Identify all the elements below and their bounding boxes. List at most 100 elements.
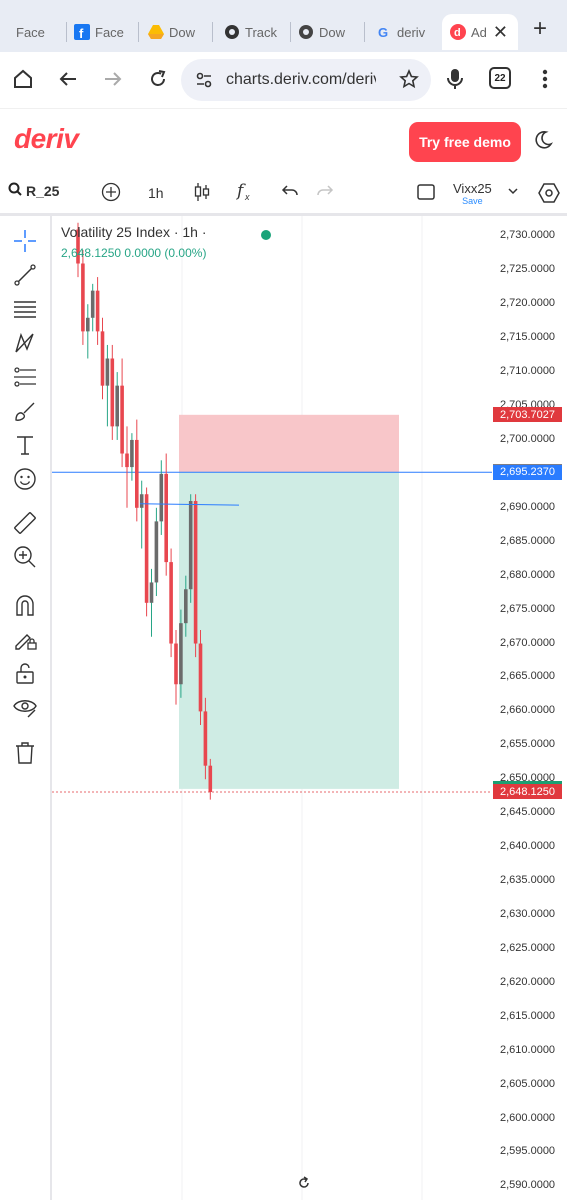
tab-separator [138, 22, 139, 42]
candle-body [144, 494, 149, 603]
chart-canvas[interactable] [52, 216, 567, 1200]
chart-quote: 2,648.1250 0.0000 (0.00%) [61, 246, 207, 260]
y-axis-label: 2,610.0000 [500, 1043, 556, 1056]
ruler-icon[interactable] [12, 510, 38, 536]
template-save-link[interactable]: Save [453, 196, 492, 206]
url-text: charts.deriv.com/deriv [226, 71, 376, 88]
candle-body [139, 494, 144, 508]
deriv-logo[interactable]: deriv [14, 123, 79, 155]
y-axis-label: 2,700.0000 [500, 432, 556, 445]
y-axis-label: 2,635.0000 [500, 874, 556, 887]
market-open-indicator [261, 230, 271, 240]
tab-separator [364, 22, 365, 42]
fibonacci-icon[interactable] [12, 364, 38, 390]
browser-tab[interactable]: Track [224, 14, 280, 50]
browser-tab[interactable]: f Face [74, 14, 130, 50]
price-chart[interactable]: Volatility 25 Index · 1h · 2,648.1250 0.… [52, 216, 567, 1200]
tab-label: Dow [319, 24, 346, 40]
tab-label: Ad [471, 24, 487, 40]
chart-template-selector[interactable]: Vixx25 Save [453, 181, 492, 206]
visibility-eye-icon[interactable] [12, 694, 38, 720]
interval-selector[interactable]: 1h [148, 185, 164, 201]
brush-icon[interactable] [12, 398, 38, 424]
tab-label: Face [95, 24, 124, 40]
reload-icon[interactable] [143, 64, 173, 94]
new-tab-icon[interactable]: + [533, 15, 547, 43]
y-axis-label: 2,665.0000 [500, 670, 556, 683]
tab-separator [66, 22, 67, 42]
trendline-icon[interactable] [12, 262, 38, 288]
more-menu-icon[interactable] [530, 64, 560, 94]
home-icon[interactable] [8, 64, 38, 94]
try-free-demo-button[interactable]: Try free demo [409, 122, 521, 162]
compare-add-icon[interactable] [101, 182, 121, 202]
chevron-down-icon[interactable] [508, 188, 518, 195]
candle-body [188, 501, 193, 590]
crosshair-icon[interactable] [12, 228, 38, 254]
y-axis-label: 2,715.0000 [500, 331, 556, 344]
trash-icon[interactable] [12, 740, 38, 766]
bookmark-star-icon[interactable] [399, 68, 419, 94]
emoji-icon[interactable] [12, 466, 38, 492]
y-axis-label: 2,730.0000 [500, 229, 556, 242]
chrome-icon [298, 24, 314, 40]
candle-body [159, 473, 164, 522]
candle-body [120, 385, 124, 454]
browser-tab-strip: Face f Face Dow Track Dow G deriv d Ad ✕… [0, 0, 567, 52]
deriv-icon: d [450, 24, 466, 40]
tab-separator [212, 22, 213, 42]
lock-drawing-icon[interactable] [12, 626, 38, 652]
google-icon: G [376, 24, 392, 40]
y-axis-label: 2,655.0000 [500, 738, 556, 751]
magnet-icon[interactable] [12, 592, 38, 618]
address-bar[interactable]: charts.deriv.com/deriv [181, 59, 431, 101]
y-axis-label: 2,595.0000 [500, 1145, 556, 1158]
y-axis-label: 2,645.0000 [500, 806, 556, 819]
microphone-icon[interactable] [440, 64, 470, 94]
candle-body [105, 358, 110, 386]
indicators-fx-icon[interactable]: fx [236, 181, 256, 203]
dark-mode-icon[interactable] [532, 129, 554, 156]
symbol-label: R_25 [26, 182, 60, 199]
candle-body [81, 263, 85, 332]
y-axis-label: 2,620.0000 [500, 975, 556, 988]
pattern-icon[interactable] [12, 330, 38, 356]
browser-tab[interactable]: Dow [298, 14, 354, 50]
zoom-in-icon[interactable] [12, 544, 38, 570]
chart-type-candles-icon[interactable] [193, 182, 211, 202]
candle-body [115, 385, 119, 427]
y-axis-label: 2,615.0000 [500, 1009, 556, 1022]
unlock-icon[interactable] [12, 660, 38, 686]
candle-body [179, 623, 183, 685]
browser-tab-active[interactable]: d Ad ✕ [442, 14, 518, 50]
horizontal-lines-icon[interactable] [12, 296, 38, 322]
text-tool-icon[interactable] [12, 432, 38, 458]
svg-text:G: G [378, 25, 388, 40]
layout-square-icon[interactable] [416, 182, 436, 202]
candle-body [154, 521, 159, 583]
candle-body [100, 331, 105, 386]
symbol-selector[interactable]: R_25 [8, 182, 59, 199]
browser-tab[interactable]: Dow [148, 14, 204, 50]
back-icon[interactable] [53, 64, 83, 94]
site-settings-icon[interactable] [195, 71, 213, 94]
y-axis-label: 2,660.0000 [500, 704, 556, 717]
close-tab-icon[interactable]: ✕ [493, 22, 508, 43]
drawing-toolbar [0, 216, 52, 1200]
browser-tab[interactable]: Face [16, 14, 60, 50]
y-axis-label: 2,640.0000 [500, 840, 556, 853]
y-axis-label: 2,675.0000 [500, 602, 556, 615]
price-tag: 2,648.1250 [493, 784, 562, 800]
redo-icon[interactable] [316, 182, 334, 200]
tab-label: Face [16, 24, 45, 40]
browser-tab[interactable]: G deriv [376, 14, 432, 50]
candle-body [174, 643, 178, 685]
candle-body [198, 643, 203, 712]
y-axis-label: 2,710.0000 [500, 365, 556, 378]
template-name: Vixx25 [453, 181, 492, 196]
forward-icon[interactable] [98, 64, 128, 94]
undo-icon[interactable] [281, 182, 299, 200]
y-axis-label: 2,685.0000 [500, 534, 556, 547]
settings-hex-icon[interactable] [538, 182, 560, 204]
tab-switcher-button[interactable]: 22 [489, 67, 511, 89]
